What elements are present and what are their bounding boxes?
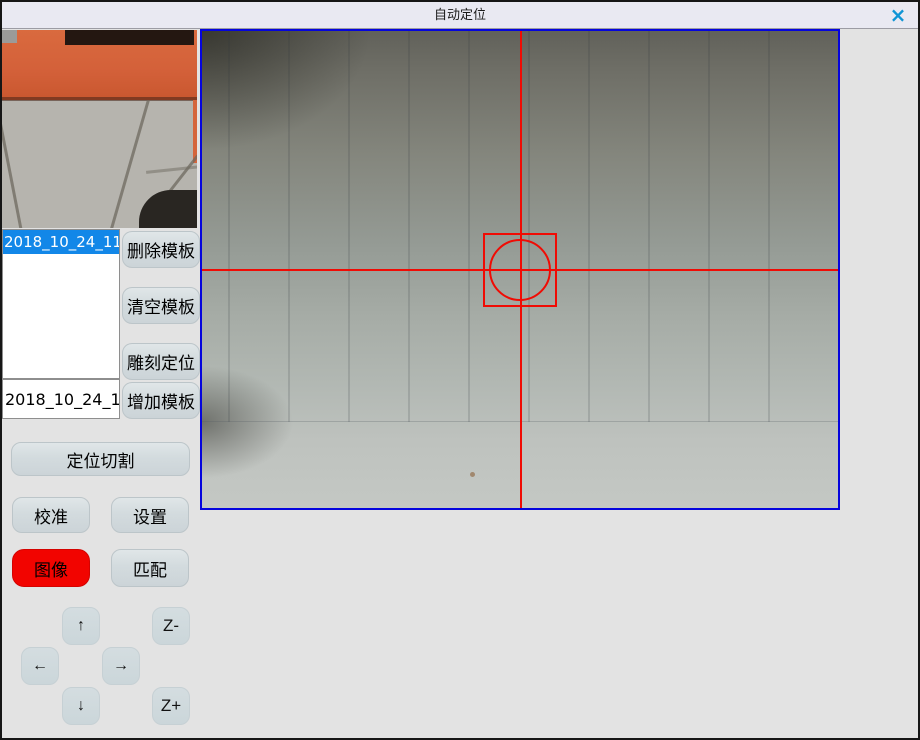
jog-up-button[interactable]: ↑ — [62, 607, 100, 645]
add-template-button[interactable]: 增加模板 — [122, 382, 200, 419]
image-button[interactable]: 图像 — [12, 549, 90, 587]
template-list[interactable]: 2018_10_24_11 — [2, 229, 120, 379]
z-minus-button[interactable]: Z- — [152, 607, 190, 645]
jog-left-button[interactable]: ← — [21, 647, 59, 685]
engrave-position-button[interactable]: 雕刻定位 — [122, 343, 200, 380]
close-icon: × — [890, 3, 907, 27]
arrow-down-icon: ↓ — [77, 697, 85, 715]
settings-button[interactable]: 设置 — [111, 497, 189, 533]
preview-tile-line — [2, 99, 23, 228]
calibrate-button[interactable]: 校准 — [12, 497, 90, 533]
preview-gray-corner — [2, 30, 17, 43]
camera-view[interactable] — [200, 29, 840, 510]
arrow-right-icon: → — [113, 657, 129, 675]
dialog-title: 自动定位 — [2, 2, 918, 29]
position-cut-button[interactable]: 定位切割 — [11, 442, 190, 476]
close-button[interactable]: × — [885, 3, 911, 28]
jog-down-button[interactable]: ↓ — [62, 687, 100, 725]
title-bar: 自动定位 × — [2, 2, 918, 29]
auto-position-dialog: 自动定位 × 2018_10_24_11 删除模板 清空模板 雕刻定位 增加模板… — [0, 0, 920, 740]
preview-dark-band — [65, 30, 194, 45]
preview-orange-edge — [193, 100, 197, 163]
z-plus-label: Z+ — [161, 696, 181, 716]
template-name-input[interactable] — [2, 379, 120, 419]
arrow-up-icon: ↑ — [77, 617, 85, 635]
z-plus-button[interactable]: Z+ — [152, 687, 190, 725]
template-preview-image — [2, 30, 197, 228]
preview-dark-object — [139, 190, 197, 228]
preview-tile-line — [146, 165, 197, 174]
preview-plank-shadow — [2, 97, 197, 101]
match-button[interactable]: 匹配 — [111, 549, 189, 587]
clear-templates-button[interactable]: 清空模板 — [122, 287, 200, 324]
z-minus-label: Z- — [163, 616, 179, 636]
arrow-left-icon: ← — [32, 657, 48, 675]
match-region-circle — [489, 239, 551, 301]
delete-template-button[interactable]: 删除模板 — [122, 231, 200, 268]
template-list-item[interactable]: 2018_10_24_11 — [3, 230, 119, 254]
jog-right-button[interactable]: → — [102, 647, 140, 685]
camera-feed-spot — [470, 472, 475, 477]
